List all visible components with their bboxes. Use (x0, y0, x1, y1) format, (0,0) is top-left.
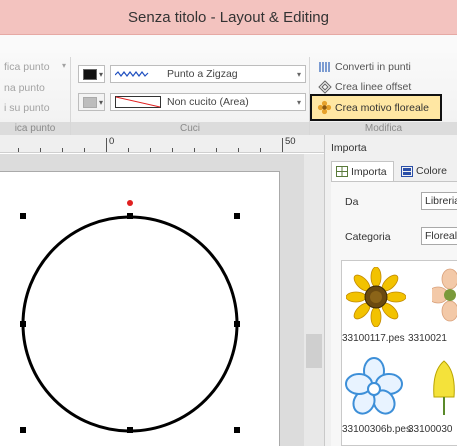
area-color-swatch (83, 96, 97, 108)
chevron-down-icon: ▾ (99, 69, 104, 79)
selection-handle[interactable] (234, 213, 240, 219)
line-color-picker[interactable]: ▾ (78, 65, 105, 83)
category-label: Categoria (345, 231, 391, 243)
category-select[interactable]: Floreale (421, 227, 457, 245)
thumbnail-caption: 33100117.pes (342, 333, 405, 344)
ruler-tick (106, 138, 107, 152)
category-select-value: Floreale (425, 230, 457, 242)
selected-circle-shape[interactable] (0, 154, 300, 446)
ribbon-item-aggiungi-punto[interactable]: na punto (4, 82, 45, 94)
ruler-tick (84, 148, 85, 152)
color-palette-icon (401, 165, 413, 177)
ruler-label-50: 50 (285, 136, 296, 147)
flower-icon (317, 100, 332, 115)
ribbon-item-modifica-punto[interactable]: fica punto (4, 61, 50, 73)
thumbnail-caption: 33100306b.pes (342, 424, 411, 435)
ruler-tick (172, 148, 173, 152)
line-stitch-label: Punto a Zigzag (167, 68, 238, 80)
blue-flower-thumbnail-icon[interactable] (344, 357, 404, 417)
ruler-tick (18, 148, 19, 152)
offset-lines-icon (318, 80, 332, 94)
selection-handle[interactable] (234, 427, 240, 433)
ribbon-item-su-punto[interactable]: i su punto (4, 102, 50, 114)
convert-to-stitches-label: Converti in punti (335, 61, 411, 73)
chevron-down-icon: ▾ (99, 97, 104, 107)
ruler-tick (238, 148, 239, 152)
ribbon-group-footer-punto: ica punto (0, 122, 70, 135)
selection-handle[interactable] (127, 213, 133, 219)
window-title: Senza titolo - Layout & Editing (128, 8, 329, 26)
vertical-scrollbar[interactable] (304, 154, 324, 446)
line-stitch-select[interactable]: Punto a Zigzag ▾ (110, 65, 306, 83)
from-select[interactable]: Libreria (421, 192, 457, 210)
ruler-tick (216, 148, 217, 152)
selection-handle[interactable] (20, 213, 26, 219)
from-select-value: Libreria (425, 195, 457, 207)
chevron-down-icon: ▾ (296, 97, 301, 107)
create-floral-pattern-button[interactable]: Crea motivo floreale (310, 94, 442, 121)
ruler-tick (62, 148, 63, 152)
ruler-tick (40, 148, 41, 152)
selection-handle[interactable] (234, 321, 240, 327)
ruler-tick (194, 148, 195, 152)
sunflower-thumbnail-icon[interactable] (346, 267, 406, 327)
ruler-tick (260, 148, 261, 152)
design-canvas-area[interactable] (0, 154, 324, 446)
convert-stitches-icon (318, 60, 332, 74)
create-offset-lines-label: Crea linee offset (335, 81, 412, 93)
tab-colore-label: Colore (416, 165, 447, 177)
area-stitch-select[interactable]: Non cucito (Area) ▾ (110, 93, 306, 111)
yellow-tulip-thumbnail-icon[interactable] (428, 357, 457, 417)
rotation-handle[interactable] (127, 200, 133, 206)
create-offset-lines-button[interactable]: Crea linee offset (318, 80, 411, 94)
chevron-down-icon: ▾ (296, 69, 301, 79)
create-floral-pattern-label: Crea motivo floreale (335, 101, 429, 114)
horizontal-ruler: 0 50 (0, 135, 324, 153)
tab-importa[interactable]: Importa (331, 161, 394, 181)
line-color-swatch (83, 68, 97, 80)
no-stitch-icon (115, 96, 161, 108)
import-panel: Importa Importa Colore Da Libreria Categ… (324, 135, 457, 446)
ruler-label-0: 0 (109, 136, 115, 147)
convert-to-stitches-button[interactable]: Converti in punti (318, 60, 411, 74)
thumbnail-caption: 33100030 (408, 424, 453, 435)
ruler-tick (282, 138, 283, 152)
ribbon-group-footer-modifica: Modifica (310, 122, 457, 135)
selection-handle[interactable] (127, 427, 133, 433)
zigzag-stitch-icon (115, 71, 149, 77)
ruler-tick (150, 148, 151, 152)
title-bar: Senza titolo - Layout & Editing (0, 0, 457, 35)
import-grid-icon (336, 166, 348, 177)
pattern-thumbnail-list[interactable]: 33100117.pes 3310021 33100306b.pes 33100… (341, 260, 457, 446)
ruler-tick (128, 148, 129, 152)
tab-colore[interactable]: Colore (397, 161, 457, 181)
selection-handle[interactable] (20, 321, 26, 327)
peach-flower-thumbnail-icon[interactable] (432, 267, 457, 323)
ribbon-tab-strip (0, 35, 457, 53)
area-stitch-label: Non cucito (Area) (167, 96, 249, 108)
selection-handle[interactable] (20, 427, 26, 433)
tab-importa-label: Importa (351, 165, 387, 178)
panel-title: Importa (331, 142, 367, 154)
area-color-picker[interactable]: ▾ (78, 93, 105, 111)
from-label: Da (345, 196, 359, 208)
chevron-down-icon: ▾ (62, 61, 67, 70)
ribbon-group-footer-cuci: Cuci (71, 122, 309, 135)
thumbnail-caption: 3310021 (408, 333, 447, 344)
scrollbar-thumb[interactable] (306, 334, 322, 368)
